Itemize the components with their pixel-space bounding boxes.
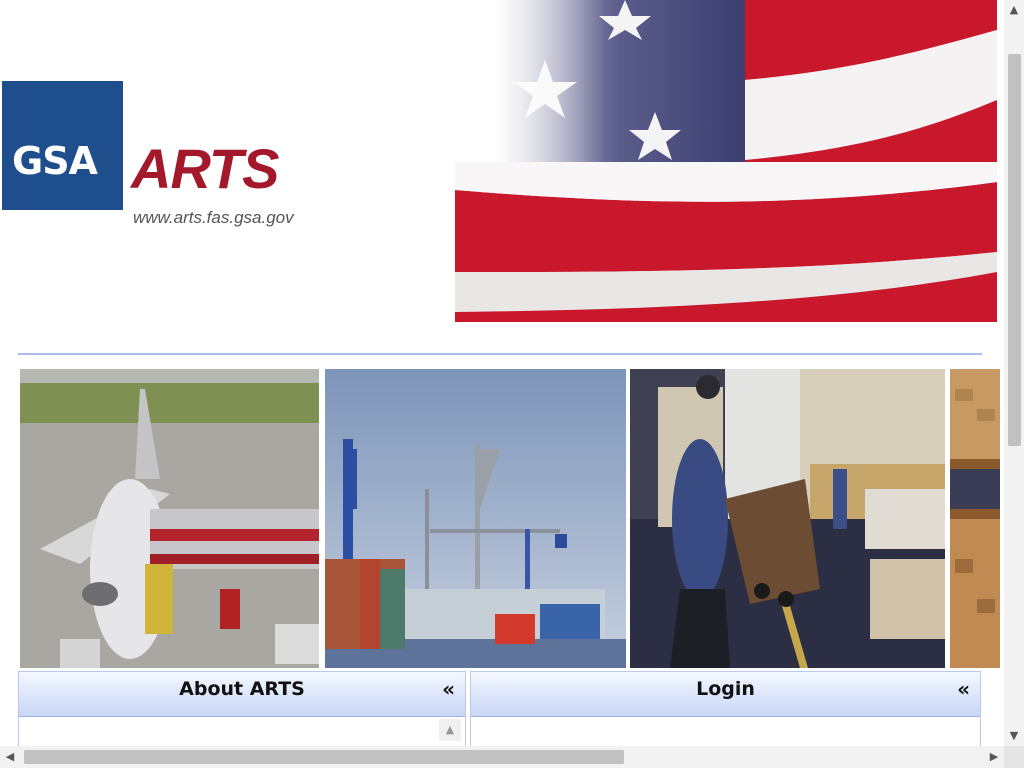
- header-divider: [18, 353, 982, 355]
- scroll-right-icon[interactable]: ▶: [984, 746, 1004, 768]
- flag-banner-top: [495, 0, 997, 162]
- login-panel: Login «: [470, 671, 981, 746]
- scroll-up-icon[interactable]: ▲: [1004, 0, 1024, 20]
- warehouse-photo: [630, 369, 945, 668]
- login-title: Login: [696, 678, 755, 700]
- login-panel-header[interactable]: Login «: [471, 672, 980, 717]
- horizontal-scroll-thumb[interactable]: [24, 750, 624, 764]
- about-arts-panel-header[interactable]: About ARTS «: [19, 672, 465, 717]
- site-url: www.arts.fas.gsa.gov: [133, 208, 294, 227]
- about-arts-title: About ARTS: [179, 678, 305, 700]
- scroll-left-icon[interactable]: ◀: [0, 746, 20, 768]
- about-scroll-up-icon[interactable]: ▲: [439, 719, 461, 741]
- scroll-down-icon[interactable]: ▼: [1004, 726, 1024, 746]
- vertical-scroll-thumb[interactable]: [1008, 54, 1021, 446]
- about-collapse-icon[interactable]: «: [442, 677, 455, 701]
- vertical-scrollbar[interactable]: ▲ ▼: [1004, 0, 1024, 746]
- shipping-port-photo: [325, 369, 626, 668]
- gsa-logo: GSA: [2, 81, 123, 210]
- gsa-logo-text: GSA: [12, 139, 98, 183]
- warehouse-boxes-photo: [950, 369, 1000, 668]
- arts-logo-text: ARTS: [131, 137, 279, 200]
- flag-banner-bottom: [455, 162, 997, 322]
- about-arts-panel: About ARTS « ▲: [18, 671, 466, 746]
- scrollbar-corner: [1004, 746, 1024, 768]
- horizontal-scrollbar[interactable]: ◀ ▶: [0, 746, 1004, 768]
- login-collapse-icon[interactable]: «: [957, 677, 970, 701]
- airplane-cargo-photo: [20, 369, 319, 668]
- page-viewport: GSA ARTS www.arts.fas.gsa.gov About ARTS…: [0, 0, 1004, 746]
